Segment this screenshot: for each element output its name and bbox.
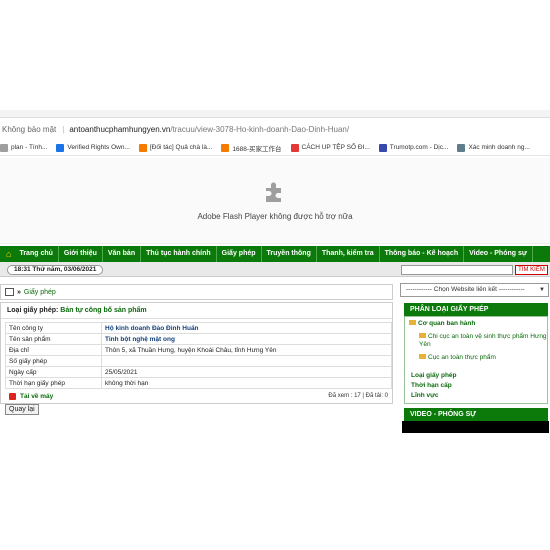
row-key: Ngày cấp bbox=[5, 366, 102, 378]
nav-item-procedures[interactable]: Thủ tục hành chính bbox=[141, 246, 217, 262]
sub-item-label: Chi cục an toàn vệ sinh thực phẩm Hưng Y… bbox=[419, 333, 547, 348]
table-row: Tên sản phẩm Tinh bột nghệ mật ong bbox=[5, 333, 392, 345]
breadcrumb-current[interactable]: Giấy phép bbox=[24, 289, 56, 296]
license-category-heading: PHÂN LOẠI GIẤY PHÉP bbox=[404, 303, 548, 316]
bookmark-item[interactable]: [Đối tác] Quả chà là... bbox=[138, 143, 213, 152]
bookmark-label: Trumotp.com - Dịc... bbox=[389, 144, 449, 151]
table-row: Số giấy phép bbox=[5, 355, 392, 367]
breadcrumb: » Giấy phép bbox=[0, 284, 393, 300]
field-group[interactable]: Lĩnh vực bbox=[411, 392, 438, 399]
bookmark-favicon-icon bbox=[56, 143, 65, 152]
nav-item-video[interactable]: Video - Phóng sự bbox=[464, 246, 533, 262]
url-path[interactable]: /tracuu/view-3078-Ho-kinh-doanh-Dao-Dinh… bbox=[170, 125, 349, 134]
validity-value: không thời hạn bbox=[101, 377, 392, 389]
bookmark-favicon-icon bbox=[221, 143, 230, 152]
home-icon[interactable]: ⌂ bbox=[6, 249, 11, 259]
license-category-box: Cơ quan ban hành Chi cục an toàn vệ sinh… bbox=[404, 316, 548, 404]
bookmark-item[interactable]: Trumotp.com - Dịc... bbox=[378, 143, 449, 152]
license-type-header: Loại giấy phép: Bản tự công bố sản phẩm bbox=[1, 303, 392, 319]
address-value: Thôn 5, xã Thuần Hưng, huyện Khoái Châu,… bbox=[101, 344, 392, 356]
plugin-puzzle-icon bbox=[266, 182, 281, 202]
bookmark-label: 1688-买家工作台 bbox=[232, 145, 282, 153]
license-type-value: Bản tự công bố sản phẩm bbox=[60, 307, 147, 314]
flash-message: Adobe Flash Player không được hỗ trợ nữa bbox=[197, 212, 353, 221]
license-detail: Loại giấy phép: Bản tự công bố sản phẩm … bbox=[0, 302, 393, 404]
table-row: Tên công ty Hộ kinh doanh Đào Đình Huấn bbox=[5, 322, 392, 334]
nav-item-inspection[interactable]: Thanh, kiểm tra bbox=[317, 246, 380, 262]
back-button[interactable]: Quay lại bbox=[5, 404, 39, 415]
bookmark-label: [Đối tác] Quả chà là... bbox=[149, 144, 213, 151]
chevron-down-icon: ▼ bbox=[539, 287, 545, 293]
nav-item-media[interactable]: Truyền thông bbox=[262, 246, 317, 262]
bookmark-label: Xác minh doanh ng... bbox=[468, 144, 530, 151]
bookmark-item[interactable]: plan - Tính... bbox=[0, 143, 48, 152]
video-heading: VIDEO - PHÓNG SỰ bbox=[404, 408, 548, 421]
website-select-value: ------------ Chọn Website liên kết -----… bbox=[406, 286, 525, 293]
sub-item-hung-yen[interactable]: Chi cục an toàn vệ sinh thực phẩm Hưng Y… bbox=[419, 333, 547, 349]
nav-item-announcements[interactable]: Thông báo - Kế hoạch bbox=[380, 246, 465, 262]
company-name: Hộ kinh doanh Đào Đình Huấn bbox=[101, 322, 392, 334]
video-player[interactable] bbox=[402, 421, 549, 433]
breadcrumb-home-icon[interactable] bbox=[5, 288, 14, 296]
current-date: 18:31 Thứ năm, 03/06/2021 bbox=[7, 265, 104, 275]
bookmark-favicon-icon bbox=[0, 143, 8, 152]
bookmark-label: plan - Tính... bbox=[11, 144, 48, 151]
bookmark-item[interactable]: Verified Rights Own... bbox=[56, 143, 130, 152]
url-host[interactable]: antoanthucphamhungyen.vn bbox=[69, 125, 170, 134]
view-download-stats: Đã xem : 17 | Đã tải: 0 bbox=[328, 393, 388, 399]
bookmark-item[interactable]: 1688-买家工作台 bbox=[221, 143, 282, 153]
row-key: Thời hạn giấy phép bbox=[5, 377, 102, 389]
product-name: Tinh bột nghệ mật ong bbox=[101, 333, 392, 345]
group-label: Cơ quan ban hành bbox=[418, 320, 476, 327]
bookmark-label: CÁCH UP TỆP SỐ ĐI... bbox=[301, 144, 370, 151]
bookmarks-bar: plan - Tính... Verified Rights Own... [Đối… bbox=[0, 140, 550, 156]
sub-item-food-safety[interactable]: Cục an toàn thực phẩm bbox=[419, 354, 547, 362]
nav-item-home[interactable]: Trang chủ bbox=[14, 246, 59, 262]
bookmark-item[interactable]: Xác minh doanh ng... bbox=[457, 143, 530, 152]
sub-item-label: Cục an toàn thực phẩm bbox=[428, 354, 496, 361]
bookmark-favicon-icon bbox=[138, 143, 147, 152]
issuing-agency-group[interactable]: Cơ quan ban hành bbox=[409, 320, 475, 327]
bookmark-favicon-icon bbox=[457, 143, 466, 152]
license-number-value bbox=[101, 355, 392, 367]
search-input[interactable] bbox=[401, 265, 513, 275]
bookmark-label: Verified Rights Own... bbox=[67, 144, 130, 151]
date-search-bar: 18:31 Thứ năm, 03/06/2021 TÌM KIẾM bbox=[0, 262, 550, 277]
insecure-label[interactable]: Không bảo mật bbox=[2, 125, 56, 134]
breadcrumb-separator: » bbox=[17, 288, 21, 296]
table-row: Thời hạn giấy phép không thời hạn bbox=[5, 377, 392, 389]
row-key: Địa chỉ bbox=[5, 344, 102, 356]
license-type-group[interactable]: Loại giấy phép bbox=[411, 372, 457, 379]
folder-icon bbox=[409, 320, 416, 325]
nav-item-about[interactable]: Giới thiệu bbox=[59, 246, 103, 262]
license-type-label: Loại giấy phép: bbox=[7, 307, 59, 314]
table-row: Địa chỉ Thôn 5, xã Thuần Hưng, huyện Khoá… bbox=[5, 344, 392, 356]
issue-date-value: 25/05/2021 bbox=[101, 366, 392, 378]
folder-icon bbox=[419, 354, 426, 359]
bookmark-item[interactable]: CÁCH UP TỆP SỐ ĐI... bbox=[290, 143, 370, 152]
search-button[interactable]: TÌM KIẾM bbox=[515, 265, 548, 275]
nav-item-licenses[interactable]: Giấy phép bbox=[217, 246, 262, 262]
download-label: Tải về máy bbox=[20, 393, 54, 400]
nav-item-documents[interactable]: Văn bản bbox=[103, 246, 142, 262]
row-key: Tên sản phẩm bbox=[5, 333, 102, 345]
download-icon bbox=[9, 393, 16, 400]
browser-tab-strip bbox=[0, 110, 550, 118]
download-link[interactable]: Tải về máy bbox=[9, 393, 53, 400]
bookmark-favicon-icon bbox=[290, 143, 299, 152]
table-row: Ngày cấp 25/05/2021 bbox=[5, 366, 392, 378]
license-info-table: Tên công ty Hộ kinh doanh Đào Đình Huấn T… bbox=[5, 322, 392, 389]
row-key: Số giấy phép bbox=[5, 355, 102, 367]
flash-placeholder: Adobe Flash Player không được hỗ trợ nữa bbox=[0, 158, 550, 244]
bookmark-favicon-icon bbox=[378, 143, 387, 152]
validity-group[interactable]: Thời hạn cấp bbox=[411, 382, 452, 389]
row-key: Tên công ty bbox=[5, 322, 102, 334]
address-separator: | bbox=[62, 124, 65, 134]
address-bar[interactable]: Không bảo mật | antoanthucphamhungyen.vn… bbox=[0, 120, 550, 138]
website-select[interactable]: ------------ Chọn Website liên kết -----… bbox=[400, 283, 549, 297]
folder-icon bbox=[419, 333, 426, 338]
main-nav: ⌂ Trang chủ Giới thiệu Văn bản Thủ tục h… bbox=[0, 246, 550, 262]
